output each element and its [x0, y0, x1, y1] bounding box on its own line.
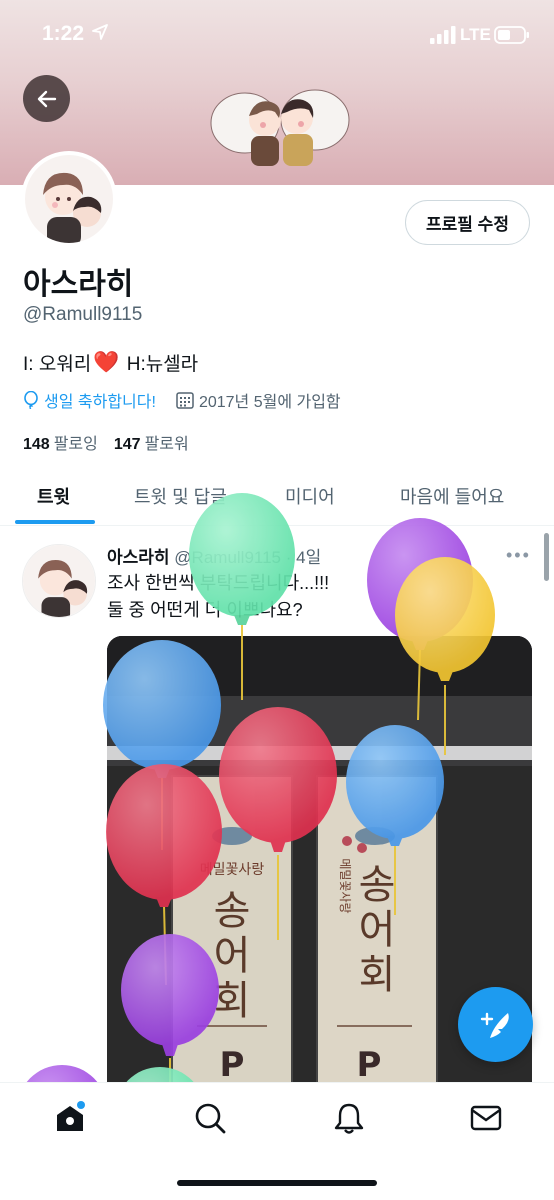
calendar-icon: [176, 392, 194, 409]
following-count: 148: [23, 436, 50, 453]
profile-meta: 생일 축하합니다! 2017년 5월에 가입함: [23, 388, 341, 412]
media-letter-right: P: [357, 1045, 382, 1085]
tweet-author-name[interactable]: 아스라히: [107, 548, 170, 567]
bio-text-2: H:뉴셀라: [121, 354, 199, 375]
media-big-1-left: 송: [214, 888, 251, 934]
nav-search[interactable]: [193, 1101, 227, 1135]
birthday-text: 생일 축하합니다!: [44, 394, 156, 411]
tweet-age: 4일: [296, 548, 322, 567]
display-name: 아스라히: [23, 268, 134, 301]
following-label: 팔로잉: [53, 436, 98, 453]
avatar-image: [25, 155, 113, 243]
battery-icon: [494, 26, 529, 44]
tweet-line-2: 둘 중 어떤게 더 이쁘나요?: [107, 600, 303, 620]
profile-bio: I: 오워리 ❤️ H:뉴셀라: [23, 349, 198, 376]
home-indicator: [177, 1180, 377, 1186]
tweet-avatar[interactable]: [22, 544, 96, 618]
nav-notifications[interactable]: [332, 1101, 366, 1135]
arrow-left-icon: [37, 90, 56, 107]
birthday-link[interactable]: 생일 축하합니다!: [23, 388, 156, 412]
scrollbar[interactable]: [544, 533, 549, 581]
status-bar: 1:22 LTE: [0, 0, 554, 70]
tab-media[interactable]: 미디어: [285, 483, 335, 509]
home-icon: [57, 1101, 85, 1131]
avatar-image: [23, 545, 95, 617]
search-icon: [195, 1103, 226, 1134]
edit-profile-button[interactable]: 프로필 수정: [405, 200, 530, 245]
tweet-header: 아스라히 @Ramull9115 · 4일: [107, 543, 321, 568]
banner-illustration: [210, 89, 350, 166]
network-type: LTE: [460, 25, 491, 44]
followers-link[interactable]: 147 팔로워: [114, 430, 189, 454]
joined-date: 2017년 5월에 가입함: [176, 388, 341, 412]
bio-text-1: I: 오워리: [23, 354, 92, 375]
follow-stats: 148 팔로잉 147 팔로워: [23, 430, 189, 454]
mail-icon: [470, 1105, 502, 1131]
bell-icon: [334, 1103, 364, 1134]
followers-label: 팔로워: [144, 436, 189, 453]
media-big-2-left: 어: [214, 933, 251, 979]
tab-likes[interactable]: 마음에 들어요: [400, 483, 504, 509]
heart-emoji: ❤️: [93, 350, 120, 374]
active-tab-indicator: [15, 520, 95, 524]
user-handle: @Ramull9115: [23, 304, 143, 325]
following-link[interactable]: 148 팔로잉: [23, 430, 98, 454]
tab-tweets[interactable]: 트윗: [37, 483, 70, 509]
back-button[interactable]: [23, 75, 70, 122]
media-big-3-left: 회: [214, 978, 251, 1024]
followers-count: 147: [113, 436, 141, 453]
status-time: 1:22: [42, 22, 85, 45]
feather-plus-icon: [480, 1012, 509, 1038]
tweet-separator: ·: [285, 548, 292, 567]
tweet-line-1: 조사 한번씩 부탁드립니다...!!!: [107, 573, 330, 593]
joined-text: 2017년 5월에 가입함: [198, 394, 341, 411]
more-options-icon[interactable]: •••: [506, 545, 531, 566]
media-right-small: 메밀꽃사랑: [338, 858, 352, 913]
nav-home[interactable]: [53, 1101, 87, 1135]
media-big-2-right: 어: [359, 907, 396, 953]
profile-tabs: 트윗 트윗 및 답글 미디어 마음에 들어요: [0, 468, 554, 526]
signal-icon: [430, 26, 456, 44]
nav-messages[interactable]: [469, 1101, 503, 1135]
tweet-text: 조사 한번씩 부탁드립니다...!!! 둘 중 어떤게 더 이쁘나요?: [107, 570, 329, 624]
media-big-3-right: 회: [359, 952, 396, 998]
tab-tweets-replies[interactable]: 트윗 및 답글: [134, 483, 227, 509]
media-big-1-right: 송: [359, 862, 396, 908]
media-letter-left: P: [220, 1045, 245, 1085]
profile-avatar[interactable]: [21, 151, 117, 247]
balloon-icon: [24, 391, 38, 409]
media-left-small: 메밀꽃사랑: [200, 862, 265, 878]
tweet-author-handle: @Ramull9115: [174, 548, 282, 567]
location-arrow-icon: [92, 24, 108, 40]
compose-tweet-button[interactable]: [458, 987, 533, 1062]
